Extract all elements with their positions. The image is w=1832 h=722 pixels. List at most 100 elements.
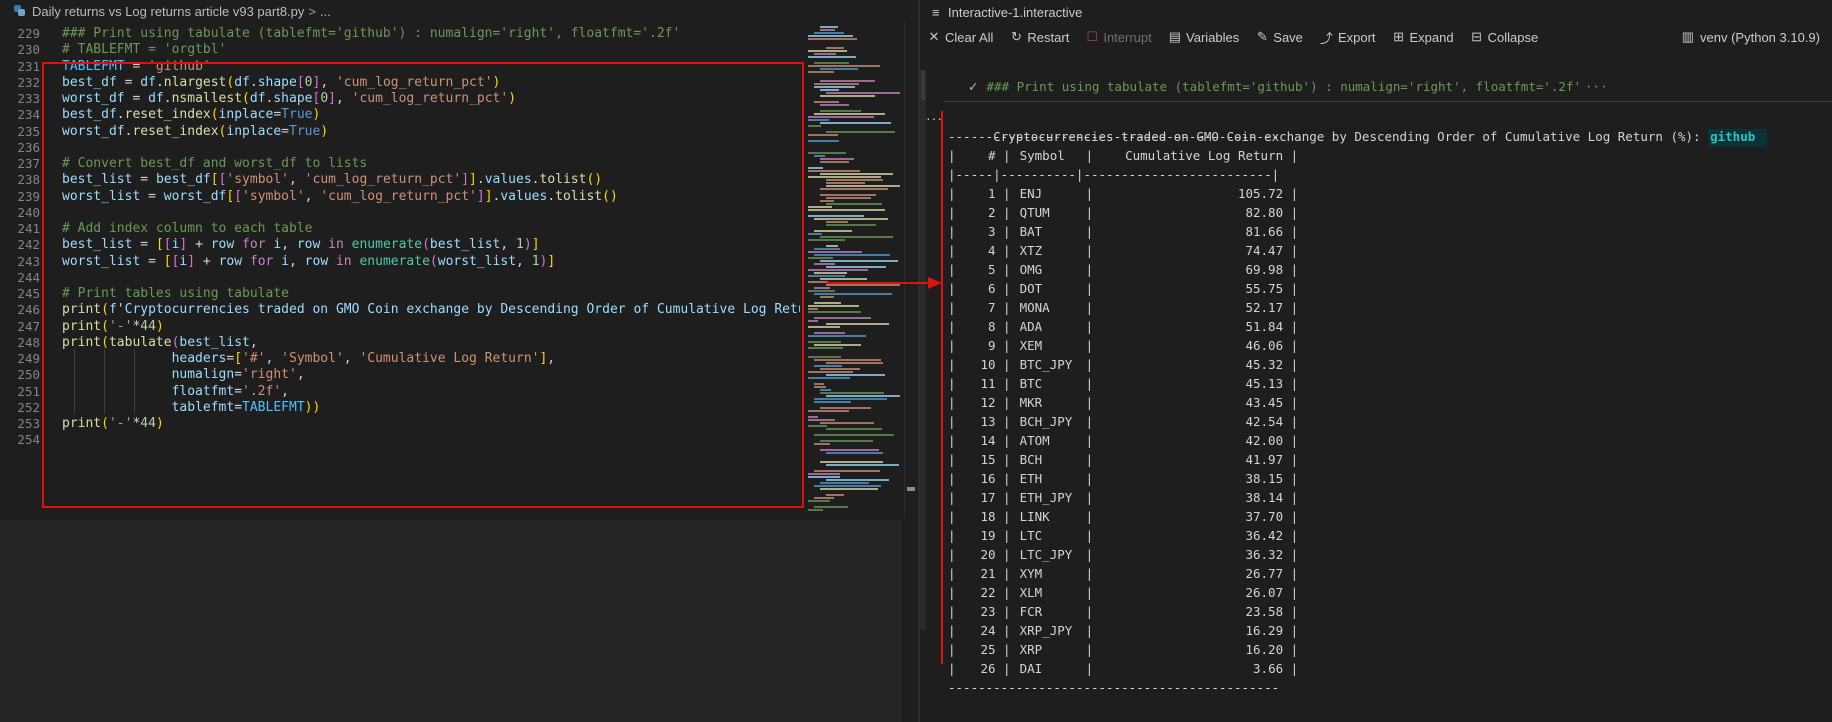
indent-guide <box>134 349 135 414</box>
export-icon: ⤴ <box>1319 30 1333 46</box>
scrollbar-thumb[interactable] <box>921 70 925 100</box>
line-code[interactable]: # TABLEFMT = 'orgtbl' <box>40 42 226 57</box>
kernel-picker-button[interactable]: ▥ venv (Python 3.10.9) <box>1682 26 1820 48</box>
cell-symbol: XRP <box>1019 642 1043 657</box>
cell-border: | <box>995 623 1011 638</box>
table-row: | 8 | ADA | 51.84 | <box>948 317 1767 336</box>
minimap-line <box>808 56 857 58</box>
cell-value: 55.75 <box>1245 281 1284 296</box>
code-area[interactable]: 229 ### Print using tabulate (tablefmt='g… <box>0 24 800 518</box>
line-number: 237 <box>17 156 40 171</box>
cell-value: 43.45 <box>1245 395 1284 410</box>
line-code[interactable]: best_list = best_df[['symbol', 'cum_log_… <box>40 172 602 187</box>
line-code[interactable]: tablefmt=TABLEFMT)) <box>40 400 321 415</box>
cell-value: 16.20 <box>1245 642 1284 657</box>
restart-button[interactable]: ↻ Restart <box>1010 29 1069 45</box>
line-number: 247 <box>17 318 40 334</box>
line-code[interactable]: print('-'*44) <box>40 416 164 431</box>
table-row: | 23 | FCR | 23.58 | <box>948 602 1767 621</box>
line-code[interactable]: numalign='right', <box>40 367 305 382</box>
minimap-line <box>808 170 861 172</box>
line-code[interactable]: ### Print using tabulate (tablefmt='gith… <box>40 26 680 41</box>
export-button[interactable]: ⤴ Export <box>1320 28 1376 47</box>
cell-index: 4 <box>988 243 996 258</box>
cell-border: | <box>995 414 1011 429</box>
cell-value: 3.66 <box>1253 661 1284 676</box>
cell-value: 45.13 <box>1245 376 1284 391</box>
cell-index: 24 <box>980 623 996 638</box>
line-code[interactable]: worst_list = worst_df[['symbol', 'cum_lo… <box>40 189 618 204</box>
minimap-line <box>808 239 846 241</box>
minimap-line <box>820 260 898 262</box>
line-code[interactable]: # Print tables using tabulate <box>40 286 289 301</box>
minimap-line <box>826 185 900 187</box>
cell-index: 23 <box>980 604 996 619</box>
table-row: | 10 | BTC_JPY | 45.32 | <box>948 355 1767 374</box>
breadcrumb-trail[interactable]: ... <box>320 4 331 19</box>
interactive-window-pane: ≡ Interactive-1.interactive ✕ Clear All ↻ R… <box>920 0 1832 722</box>
cell-value: 36.32 <box>1245 547 1284 562</box>
cell-border: | <box>1085 376 1094 391</box>
line-code[interactable]: print(tabulate(best_list, <box>40 335 258 350</box>
cell-border: | <box>948 585 956 600</box>
cell-symbol: ETH_JPY <box>1019 490 1073 505</box>
line-code[interactable]: worst_df = df.nsmallest(df.shape[0], 'cu… <box>40 91 516 106</box>
minimap-line <box>814 32 844 34</box>
interactive-tab[interactable]: ≡ Interactive-1.interactive <box>932 3 1082 21</box>
cell-expand-ellipsis[interactable]: ··· <box>1585 79 1608 94</box>
line-code[interactable]: # Add index column to each table <box>40 221 312 236</box>
minimap[interactable] <box>804 22 900 518</box>
interactive-scrollbar[interactable] <box>920 70 926 630</box>
code-editor-pane: Daily returns vs Log returns article v93… <box>0 0 918 722</box>
expand-button[interactable]: ⊞ Expand <box>1393 29 1454 45</box>
cell-border: | <box>995 395 1011 410</box>
table-body: | 1 | ENJ | 105.72 | | 2 | QTUM | 82.80 | | 3 | BAT |… <box>948 184 1767 678</box>
variables-button[interactable]: ▤ Variables <box>1169 29 1240 45</box>
cell-index: 16 <box>980 471 996 486</box>
cell-border: | <box>1283 319 1299 334</box>
cell-input-collapsed[interactable]: ✓ ### Print using tabulate (tablefmt='gi… <box>968 76 1608 96</box>
cell-border: | <box>995 281 1011 296</box>
minimap-line <box>826 221 849 223</box>
minimap-line <box>808 116 874 118</box>
collapse-button[interactable]: ⊟ Collapse <box>1471 29 1538 45</box>
cell-index: 18 <box>980 509 996 524</box>
minimap-line <box>814 317 871 319</box>
minimap-line <box>808 134 838 136</box>
save-button[interactable]: ✎ Save <box>1256 29 1303 45</box>
table-row: | 15 | BCH | 41.97 | <box>948 450 1767 469</box>
table-row: | 17 | ETH_JPY | 38.14 | <box>948 488 1767 507</box>
code-line[interactable]: 254 <box>0 430 800 449</box>
line-code[interactable]: best_list = [[i] + row for i, row in enu… <box>40 237 540 252</box>
minimap-line <box>814 485 881 487</box>
cell-border: | <box>1283 509 1299 524</box>
cell-border: | <box>1283 566 1299 581</box>
line-code[interactable]: # Convert best_df and worst_df to lists <box>40 156 367 171</box>
cell-border: | <box>1283 414 1299 429</box>
editor-scrollbar[interactable] <box>904 22 915 518</box>
line-code[interactable]: floatfmt='.2f', <box>40 384 289 399</box>
line-code[interactable]: best_df.reset_index(inplace=True) <box>40 107 320 122</box>
line-code[interactable]: TABLEFMT = 'github' <box>40 59 211 74</box>
minimap-line <box>808 320 819 322</box>
line-number: 238 <box>17 172 40 188</box>
line-code[interactable]: headers=['#', 'Symbol', 'Cumulative Log … <box>40 351 556 366</box>
line-code[interactable]: print(f'Cryptocurrencies traded on GMO C… <box>40 302 800 317</box>
scrollbar-thumb[interactable] <box>907 487 915 491</box>
line-code[interactable]: worst_df.reset_index(inplace=True) <box>40 124 328 139</box>
breadcrumb-file[interactable]: Daily returns vs Log returns article v93… <box>32 4 304 19</box>
line-code[interactable]: worst_list = [[i] + row for i, row in en… <box>40 254 555 269</box>
cell-value: 105.72 <box>1237 186 1284 201</box>
breadcrumb[interactable]: Daily returns vs Log returns article v93… <box>0 0 918 22</box>
line-number: 252 <box>17 399 40 415</box>
minimap-line <box>820 368 861 370</box>
clear-all-button[interactable]: ✕ Clear All <box>928 29 994 45</box>
minimap-line <box>826 323 889 325</box>
cell-border: | <box>1283 471 1299 486</box>
line-number: 240 <box>17 204 40 220</box>
line-code[interactable]: best_df = df.nlargest(df.shape[0], 'cum_… <box>40 75 500 90</box>
cell-border: | <box>948 338 956 353</box>
line-code[interactable]: print('-'*44) <box>40 319 164 334</box>
minimap-line <box>820 422 875 424</box>
minimap-line <box>808 509 823 511</box>
